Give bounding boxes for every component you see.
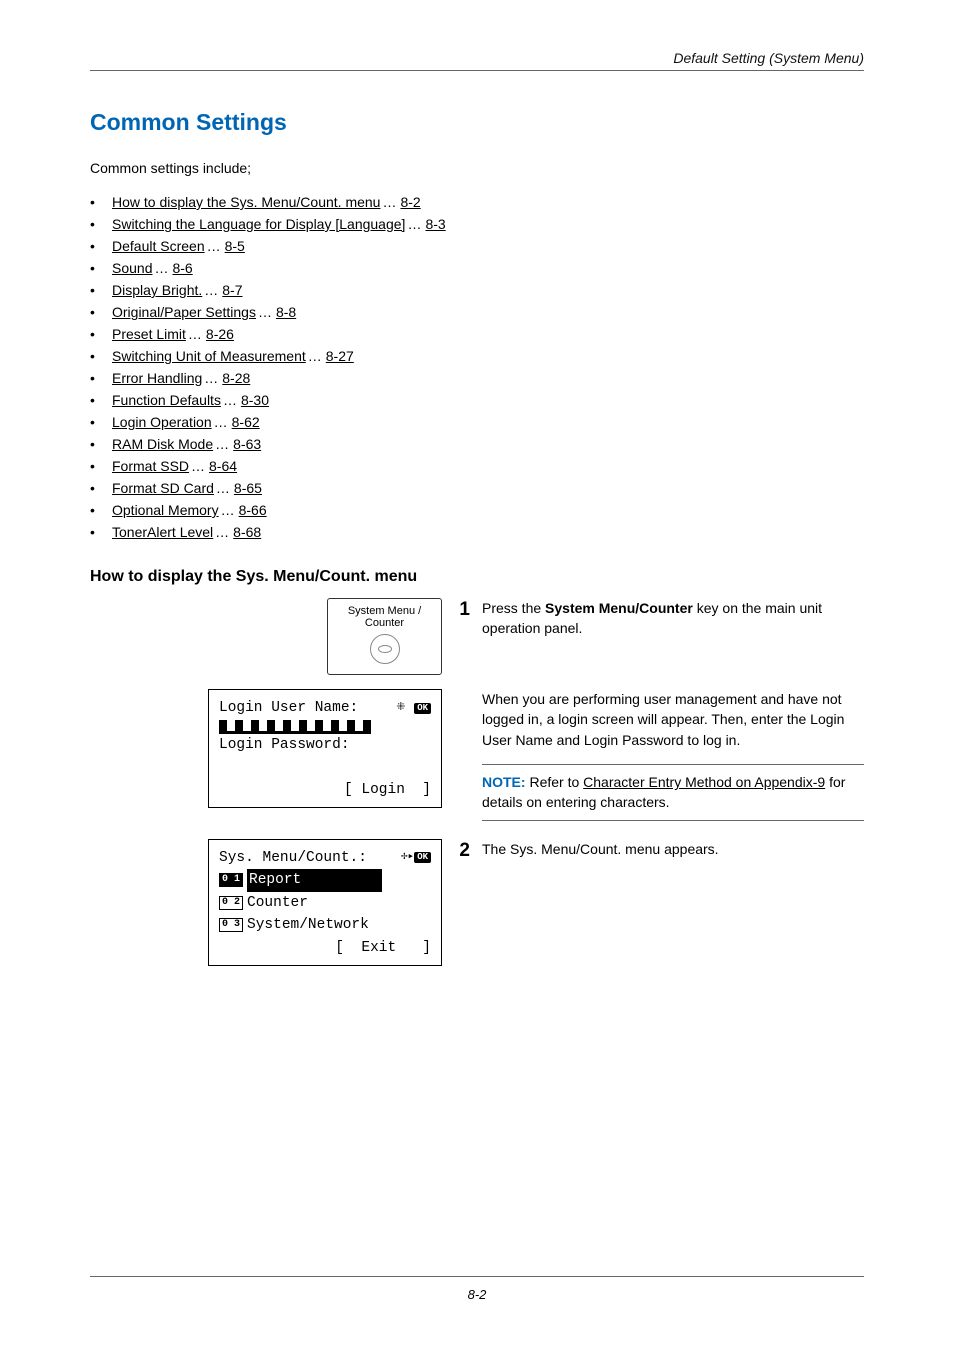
toc-link[interactable]: Function Defaults [112,392,221,408]
lcd-sys-menu-screen: Sys. Menu/Count.: ✢▸OK 0 1 Report 0 2 Counte… [208,839,442,966]
ok-icon: OK [414,703,431,714]
section-title: Common Settings [90,109,864,136]
toc-item: •TonerAlert Level …8-68 [90,524,864,540]
toc-item: •Login Operation …8-62 [90,414,864,430]
lcd-menu-title: Sys. Menu/Count.: [219,847,367,869]
toc-page-link[interactable]: 8-30 [241,392,269,408]
key-label: System Menu / Counter [328,605,441,629]
toc-link[interactable]: Sound [112,260,152,276]
intro-text: Common settings include; [90,160,864,176]
lcd-menu-item-selected[interactable]: Report [247,869,382,891]
toc-page-link[interactable]: 8-68 [233,524,261,540]
toc-item: •Format SSD …8-64 [90,458,864,474]
toc-link[interactable]: RAM Disk Mode [112,436,213,452]
toc-page-link[interactable]: 8-63 [233,436,261,452]
toc-item: •Sound …8-6 [90,260,864,276]
toc-page-link[interactable]: 8-8 [276,304,296,320]
toc-page-link[interactable]: 8-28 [222,370,250,386]
toc-link[interactable]: Switching the Language for Display [Lang… [112,216,405,232]
toc-page-link[interactable]: 8-66 [239,502,267,518]
step-number: 2 [450,839,482,864]
toc-item: •Display Bright. …8-7 [90,282,864,298]
toc-page-link[interactable]: 8-65 [234,480,262,496]
toc-link[interactable]: How to display the Sys. Menu/Count. menu [112,194,380,210]
lcd-login-user-label: Login User Name: [219,697,358,719]
toc-item: •Optional Memory …8-66 [90,502,864,518]
toc-item: •Format SD Card …8-65 [90,480,864,496]
toc-item: •Switching the Language for Display [Lan… [90,216,864,232]
note-block: NOTE: Refer to Character Entry Method on… [482,764,864,821]
step-1-text: Press the System Menu/Counter key on the… [482,598,864,639]
toc-link[interactable]: Switching Unit of Measurement [112,348,306,364]
note-label: NOTE: [482,774,526,790]
toc-link[interactable]: Original/Paper Settings [112,304,256,320]
nav-arrows-icon: ✢▸ [401,849,414,866]
step-2-text: The Sys. Menu/Count. menu appears. [482,839,864,859]
toc-page-link[interactable]: 8-7 [222,282,242,298]
exit-softkey[interactable]: [ Exit ] [335,937,431,959]
login-user-name-input[interactable] [219,720,371,734]
toc-item: •RAM Disk Mode …8-63 [90,436,864,452]
step-1b-text: When you are performing user management … [482,689,864,750]
lcd-item-number: 0 1 [219,873,243,887]
toc-link[interactable]: Format SSD [112,458,189,474]
toc-link[interactable]: Error Handling [112,370,202,386]
toc-link[interactable]: Login Operation [112,414,212,430]
system-menu-counter-key[interactable]: System Menu / Counter [327,598,442,675]
lcd-menu-item[interactable]: Counter [247,892,308,914]
ok-icon: OK [414,852,431,863]
toc-page-link[interactable]: 8-2 [400,194,420,210]
lcd-item-number: 0 2 [219,896,243,910]
key-button-icon [370,634,400,664]
toc-page-link[interactable]: 8-26 [206,326,234,342]
toc-link[interactable]: Format SD Card [112,480,214,496]
page-header: Default Setting (System Menu) [90,50,864,71]
toc-page-link[interactable]: 8-62 [232,414,260,430]
toc-page-link[interactable]: 8-64 [209,458,237,474]
lcd-item-number: 0 3 [219,918,243,932]
toc-list: •How to display the Sys. Menu/Count. men… [90,194,864,540]
step-number: 1 [450,598,482,623]
toc-item: •Original/Paper Settings …8-8 [90,304,864,320]
text-cursor-icon: ⁜ [396,700,405,717]
lcd-login-password-label: Login Password: [219,734,431,756]
toc-item: •Preset Limit …8-26 [90,326,864,342]
toc-item: •Error Handling …8-28 [90,370,864,386]
lcd-menu-item[interactable]: System/Network [247,914,369,936]
toc-page-link[interactable]: 8-6 [172,260,192,276]
toc-item: •Switching Unit of Measurement …8-27 [90,348,864,364]
toc-page-link[interactable]: 8-3 [425,216,445,232]
toc-item: •Function Defaults …8-30 [90,392,864,408]
sub-heading: How to display the Sys. Menu/Count. menu [90,568,864,586]
toc-page-link[interactable]: 8-5 [225,238,245,254]
header-breadcrumb: Default Setting (System Menu) [90,50,864,66]
toc-item: •Default Screen …8-5 [90,238,864,254]
toc-page-link[interactable]: 8-27 [326,348,354,364]
toc-item: •How to display the Sys. Menu/Count. men… [90,194,864,210]
footer-page-number: 8-2 [90,1276,864,1302]
toc-link[interactable]: Display Bright. [112,282,202,298]
login-softkey[interactable]: [ Login ] [344,779,431,801]
note-link[interactable]: Character Entry Method on Appendix-9 [583,774,825,790]
toc-link[interactable]: TonerAlert Level [112,524,213,540]
lcd-login-screen: Login User Name: ⁜ OK Login Password: [ … [208,689,442,808]
toc-link[interactable]: Optional Memory [112,502,219,518]
toc-link[interactable]: Default Screen [112,238,205,254]
toc-link[interactable]: Preset Limit [112,326,186,342]
